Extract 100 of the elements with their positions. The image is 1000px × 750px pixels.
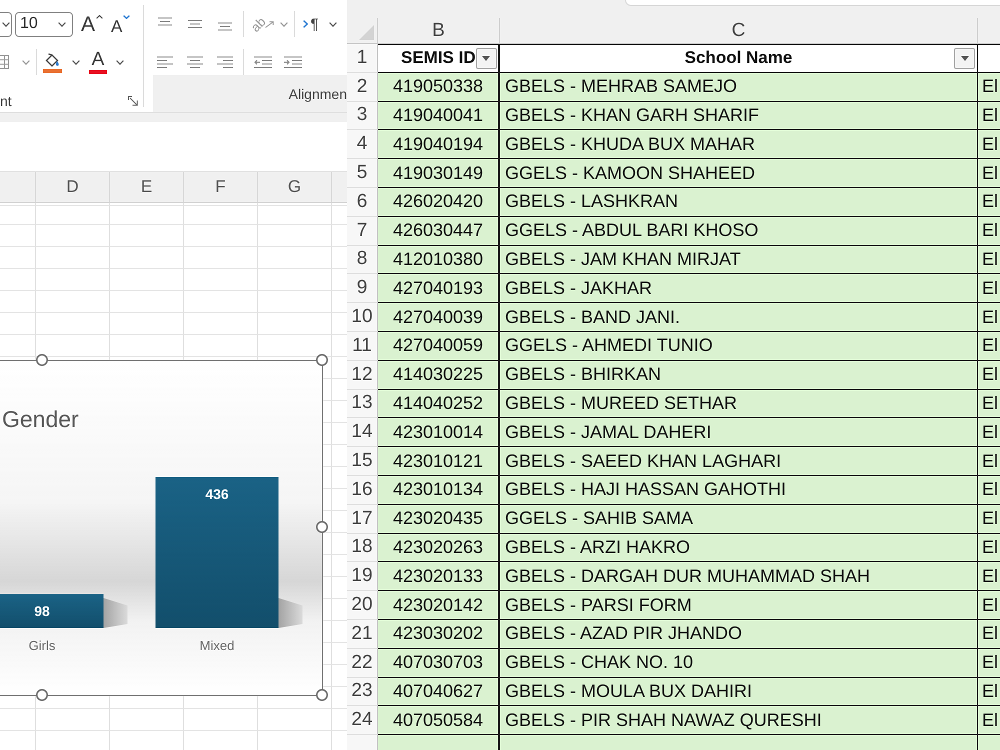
- chart-title: Gender: [2, 406, 79, 432]
- table-cell: GBELS - AZAD PIR JHANDO: [500, 620, 978, 649]
- grid-icon: [0, 55, 9, 69]
- row-header[interactable]: 22: [347, 648, 378, 678]
- caret-icon: [960, 56, 968, 61]
- row-header[interactable]: 9: [347, 274, 378, 304]
- table-cell: El: [978, 534, 1000, 562]
- table-cell: 419050338: [378, 72, 500, 102]
- filter-button[interactable]: [476, 48, 497, 69]
- table-cell: GBELS - JAMAL DAHERI: [500, 418, 978, 448]
- row-header[interactable]: 6: [347, 188, 378, 217]
- table-cell: GBELS - JAM KHAN MIRJAT: [500, 246, 978, 274]
- row-header[interactable]: 20: [347, 591, 378, 620]
- table-cell: GGELS - ABDUL BARI KHOSO: [500, 216, 978, 246]
- row-header[interactable]: 15: [347, 447, 378, 476]
- filter-button[interactable]: [954, 48, 975, 69]
- table-cell: 407050584: [378, 706, 500, 736]
- table-cell: 419030149: [378, 159, 500, 188]
- row-header[interactable]: 24: [347, 706, 378, 736]
- input-field[interactable]: [625, 0, 1000, 6]
- row-header[interactable]: 10: [347, 303, 378, 332]
- row-header[interactable]: 7: [347, 216, 378, 246]
- category-label: Girls: [28, 638, 56, 653]
- column-header[interactable]: F: [184, 172, 258, 202]
- table-cell: 423010121: [378, 447, 500, 476]
- dialog-launcher-button[interactable]: [128, 96, 138, 106]
- bar-shadow: [278, 598, 302, 628]
- increase-indent-icon: [284, 56, 302, 68]
- caret-icon: [2, 22, 10, 26]
- column-header[interactable]: C: [500, 18, 978, 43]
- row-header[interactable]: 12: [347, 360, 378, 390]
- row-header[interactable]: 23: [347, 678, 378, 706]
- expand-arrow-icon: [128, 96, 138, 106]
- table-cell: 414040252: [378, 390, 500, 418]
- row-header[interactable]: 8: [347, 246, 378, 274]
- table-cell: El: [978, 504, 1000, 534]
- diagonal-arrow-icon: [265, 20, 274, 28]
- row-header[interactable]: 17: [347, 504, 378, 534]
- column-header[interactable]: E: [110, 172, 184, 202]
- decrease-indent-icon: [254, 56, 272, 68]
- table-cell: El: [978, 159, 1000, 188]
- table-cell: GBELS - JAKHAR: [500, 274, 978, 304]
- caret-icon: [482, 56, 490, 61]
- table-cell: GBELS - DARGAH DUR MUHAMMAD SHAH: [500, 562, 978, 592]
- column-header[interactable]: D: [36, 172, 110, 202]
- table-cell: GGELS - AHMEDI TUNIO: [500, 332, 978, 361]
- table-cell: El: [978, 72, 1000, 102]
- column-header[interactable]: B: [378, 18, 500, 43]
- table-cell: El: [978, 216, 1000, 246]
- table-cell: El: [978, 648, 1000, 678]
- table-cell: 419040041: [378, 102, 500, 130]
- row-header[interactable]: 13: [347, 390, 378, 418]
- font-color-button[interactable]: A: [89, 49, 124, 75]
- table-cell: 423020435: [378, 504, 500, 534]
- grow-font-button[interactable]: A: [81, 11, 104, 37]
- caret-icon: [72, 60, 80, 64]
- table-cell: GBELS - KHAN GARH SHARIF: [500, 102, 978, 130]
- paint-bucket-icon: [43, 51, 62, 73]
- row-header[interactable]: 21: [347, 620, 378, 649]
- table-cell: GBELS - MOULA BUX DAHIRI: [500, 678, 978, 706]
- column-header[interactable]: G: [258, 172, 332, 202]
- row-header[interactable]: 5: [347, 159, 378, 188]
- caret-icon: [58, 22, 66, 26]
- row-header[interactable]: 19: [347, 562, 378, 592]
- align-left-icon: [157, 56, 173, 68]
- row-header[interactable]: 14: [347, 418, 378, 448]
- font-size-field[interactable]: 10: [15, 12, 73, 36]
- row-header[interactable]: 18: [347, 534, 378, 562]
- row-header[interactable]: 3: [347, 102, 378, 130]
- table-cell: GBELS - BHIRKAN: [500, 360, 978, 390]
- table-cell: 427040039: [378, 303, 500, 332]
- table-cell: GBELS - SAEED KHAN LAGHARI: [500, 447, 978, 476]
- table-cell: El: [978, 188, 1000, 217]
- font-name-dropdown[interactable]: [0, 12, 12, 36]
- table-cell: 427040059: [378, 332, 500, 361]
- shrink-font-button[interactable]: A: [111, 11, 130, 37]
- row-header[interactable]: 16: [347, 476, 378, 505]
- table-cell: 426020420: [378, 188, 500, 217]
- caret-icon: [123, 15, 130, 19]
- table-cell: 414030225: [378, 360, 500, 390]
- data-label: 98: [34, 603, 50, 620]
- table-cell: 423010134: [378, 476, 500, 505]
- column-title: School Name: [684, 48, 794, 68]
- table-cell: El: [978, 418, 1000, 448]
- table-cell: GBELS - MEHRAB SAMEJO: [500, 72, 978, 102]
- row-header[interactable]: 11: [347, 332, 378, 361]
- row-header[interactable]: 2: [347, 72, 378, 102]
- table-cell: GBELS - KHUDA BUX MAHAR: [500, 130, 978, 160]
- align-middle-icon: [187, 17, 203, 31]
- caret-icon: [22, 60, 30, 64]
- text-direction-button[interactable]: ¶: [303, 11, 337, 37]
- table-cell: El: [978, 620, 1000, 649]
- table-cell: El: [978, 706, 1000, 736]
- row-header[interactable]: 4: [347, 130, 378, 160]
- table-cell: 426030447: [378, 216, 500, 246]
- row-header[interactable]: 1: [347, 44, 378, 73]
- table-cell: GBELS - PIR SHAH NAWAZ QURESHI: [500, 706, 978, 736]
- table-cell: 423020133: [378, 562, 500, 592]
- table-cell: El: [978, 130, 1000, 160]
- table-cell: 423030202: [378, 620, 500, 649]
